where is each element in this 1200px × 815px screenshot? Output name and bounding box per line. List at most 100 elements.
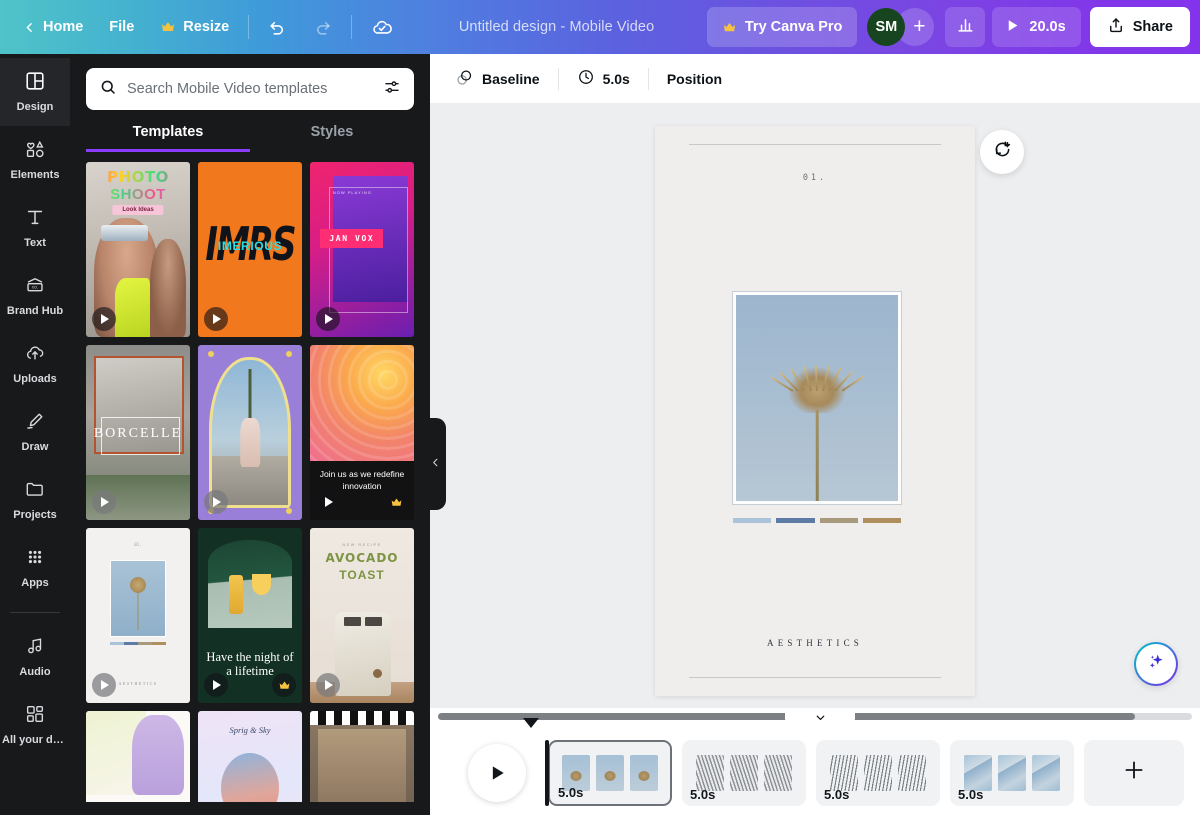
page-footer-text[interactable]: AESTHETICS [655, 638, 975, 648]
template-art [131, 714, 184, 795]
sidebar-item-apps[interactable]: Apps [0, 534, 70, 602]
template-card[interactable]: Have the night of a lifetime [198, 528, 302, 703]
search-bar[interactable] [86, 68, 414, 110]
sidebar-item-brand-hub[interactable]: co. Brand Hub [0, 262, 70, 330]
baseline-button[interactable]: Baseline [444, 62, 551, 96]
template-art [137, 591, 139, 630]
sidebar-item-all-your-designs[interactable]: All your desi... [0, 691, 70, 759]
insights-button[interactable] [945, 7, 986, 47]
share-button[interactable]: Share [1089, 7, 1190, 47]
template-subtitle: NOW PLAYING [332, 190, 372, 195]
collapse-panel-button[interactable] [424, 418, 446, 510]
template-card[interactable]: PHOTO SHOOT Look Ideas [86, 162, 190, 337]
clip-thumbnail [964, 754, 992, 791]
sidebar-item-projects[interactable]: Projects [0, 466, 70, 534]
template-art [208, 351, 214, 357]
top-toolbar: Home File Resize Untitled design - Mobil… [0, 0, 1200, 54]
timeline-clip[interactable]: 5.0s [950, 739, 1074, 806]
swatch [862, 518, 901, 523]
timeline-collapse-button[interactable] [785, 708, 855, 730]
add-comment-button[interactable] [980, 130, 1024, 174]
template-card[interactable]: 01. AESTHETICS [86, 528, 190, 703]
timeline-clip[interactable]: 5.0s [545, 739, 672, 806]
clock-icon [577, 68, 595, 89]
search-container [70, 54, 430, 110]
template-art [240, 418, 260, 468]
position-button[interactable]: Position [656, 62, 733, 96]
template-card[interactable]: The Best Social Media Conference [86, 711, 190, 802]
position-label: Position [666, 70, 723, 87]
template-card[interactable]: THRIFT WITH ME! [310, 711, 414, 802]
template-subtitle: 01. [134, 542, 142, 547]
chevron-down-icon [814, 711, 827, 729]
redo-button[interactable] [300, 8, 345, 46]
share-upload-icon [1107, 16, 1125, 38]
color-swatch-row[interactable] [733, 518, 901, 523]
timeline-playhead[interactable] [523, 718, 539, 728]
template-card[interactable]: NEW RECIPE AVOCADO TOAST [310, 528, 414, 703]
template-art [209, 357, 291, 508]
template-art [100, 225, 149, 241]
try-canva-pro-button[interactable]: Try Canva Pro [706, 7, 858, 47]
sidebar-item-audio[interactable]: Audio [0, 623, 70, 691]
tab-styles[interactable]: Styles [250, 124, 414, 152]
template-art [252, 573, 271, 595]
template-card[interactable]: NOW PLAYING JAN VOX [310, 162, 414, 337]
shapes-icon [24, 138, 46, 165]
try-canva-pro-label: Try Canva Pro [744, 19, 843, 35]
play-icon[interactable] [316, 490, 340, 514]
toolbar-divider-2 [351, 15, 353, 39]
play-icon[interactable] [204, 307, 228, 331]
template-title: Join us as we redefine innovation [319, 468, 405, 492]
template-art [220, 753, 280, 802]
plus-icon [1121, 757, 1147, 788]
home-button[interactable]: Home [10, 8, 96, 46]
magic-ai-button[interactable] [1134, 642, 1178, 686]
page-bottom-rule [689, 677, 941, 678]
template-card[interactable]: Join us as we redefine innovation [310, 345, 414, 520]
cloud-saved-icon [371, 16, 393, 38]
template-card[interactable]: IMRS IMERIOUS [198, 162, 302, 337]
template-art [334, 612, 392, 696]
timeline-clip[interactable]: 5.0s [682, 739, 806, 806]
timeline-clip[interactable]: 5.0s [816, 739, 940, 806]
card-badges [204, 307, 296, 331]
template-art [109, 641, 167, 645]
tab-templates[interactable]: Templates [86, 124, 250, 152]
canvas-area[interactable]: 01. AESTHETICS [430, 104, 1200, 708]
sidebar-item-draw[interactable]: Draw [0, 398, 70, 466]
editor-divider-2 [647, 67, 649, 90]
clip-duration-button[interactable]: 5.0s [566, 62, 641, 96]
avatar[interactable]: SM [867, 8, 906, 46]
sidebar-item-elements[interactable]: Elements [0, 126, 70, 194]
design-page[interactable]: 01. AESTHETICS [655, 126, 975, 696]
sidebar-item-text[interactable]: Text [0, 194, 70, 262]
sidebar-item-design[interactable]: Design [0, 58, 70, 126]
preview-play-button[interactable]: 20.0s [992, 7, 1081, 47]
file-menu-button[interactable]: File [96, 8, 147, 46]
design-title[interactable]: Untitled design - Mobile Video [406, 19, 707, 35]
filter-sliders-icon[interactable] [383, 78, 401, 101]
toolbar-divider-1 [248, 15, 250, 39]
timeline-play-button[interactable] [468, 743, 526, 802]
cloud-save-status-button[interactable] [358, 8, 406, 46]
swatch [819, 518, 858, 523]
template-subtitle: NEW RECIPE [342, 542, 382, 547]
template-title: BORCELLE [93, 425, 183, 441]
template-card[interactable] [198, 345, 302, 520]
undo-button[interactable] [255, 8, 300, 46]
template-card[interactable]: BORCELLE [86, 345, 190, 520]
sidebar-item-label: Uploads [13, 373, 57, 386]
page-photo[interactable] [732, 291, 902, 505]
add-page-button[interactable] [1084, 739, 1184, 806]
music-note-icon [24, 635, 46, 662]
resize-button[interactable]: Resize [147, 8, 242, 46]
design-layout-icon [24, 70, 46, 97]
template-card[interactable]: Sprig & Sky Health & [198, 711, 302, 802]
template-art [318, 728, 406, 802]
duration-label: 20.0s [1029, 19, 1066, 35]
sidebar-item-uploads[interactable]: Uploads [0, 330, 70, 398]
search-input[interactable] [127, 81, 373, 97]
baseline-circles-icon [455, 68, 474, 90]
page-number-text[interactable]: 01. [655, 173, 975, 183]
